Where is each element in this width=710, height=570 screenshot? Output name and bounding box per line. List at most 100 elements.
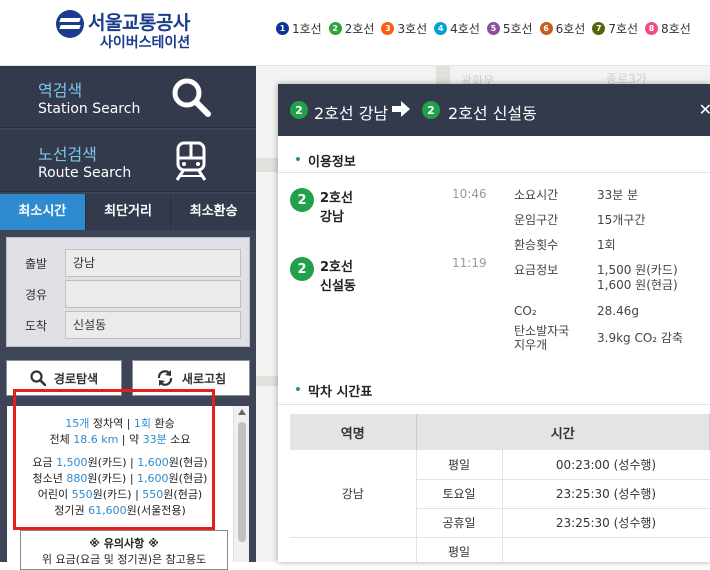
- popup-header: 2 2호선 강남 2 2호선 신설동 ✕: [278, 84, 710, 136]
- divider: [278, 172, 710, 173]
- route-search-label-ko: 노선검색: [38, 145, 97, 164]
- table-station-cell: 강남: [290, 450, 416, 538]
- line-link-8[interactable]: 8 8호선: [645, 20, 691, 37]
- site-logo[interactable]: 서울교통공사 사이버스테이션: [56, 8, 236, 58]
- line-badge: 1: [276, 22, 289, 35]
- line-link-2[interactable]: 2 2호선: [328, 20, 375, 37]
- line-badge: 2: [290, 101, 308, 119]
- line-badge: 7: [592, 22, 606, 35]
- table-row: 평일: [290, 537, 710, 562]
- tab-min-time[interactable]: 최소시간: [0, 194, 86, 230]
- line-badge: 2: [328, 22, 342, 35]
- line-link-6[interactable]: 6 6호선: [539, 20, 586, 37]
- info-co2-value: 28.46g: [597, 304, 639, 318]
- close-icon[interactable]: ✕: [699, 100, 710, 119]
- search-icon: [30, 370, 46, 386]
- via-label: 경유: [25, 288, 48, 302]
- via-input[interactable]: [65, 280, 241, 308]
- line-label: 8호선: [661, 22, 691, 36]
- arrival-label: 도착: [25, 319, 48, 333]
- fare-pass: 정기권 61,600원(서울전용): [54, 504, 186, 517]
- info-transfer-label: 환승횟수: [514, 238, 559, 252]
- route-stop: 2 2호선 강남 10:46: [290, 186, 500, 230]
- scroll-up-icon[interactable]: [238, 409, 246, 415]
- line-link-3[interactable]: 3 3호선: [381, 20, 427, 37]
- line-label: 4호선: [450, 22, 480, 36]
- line-badge: 4: [434, 22, 448, 35]
- stop-name: 강남: [320, 210, 344, 225]
- route-stop: 2 2호선 신설동 11:19: [290, 255, 500, 299]
- route-search-submit-label: 경로탐색: [53, 371, 99, 386]
- line-badge: 2: [422, 101, 440, 119]
- route-search-button[interactable]: 노선검색 Route Search: [0, 130, 256, 192]
- line-link-7[interactable]: 7 7호선: [592, 20, 638, 37]
- line-badge: 2: [290, 188, 314, 212]
- table-row: 강남 평일 00:23:00 (성수행): [290, 450, 710, 538]
- line-label: 3호선: [397, 22, 428, 36]
- result-summary-2: 전체 18.6 km | 약 33분 소요: [49, 433, 191, 446]
- station-search-button[interactable]: 역검색 Station Search: [0, 66, 256, 128]
- notice-title: ※ 유의사항 ※: [89, 537, 159, 550]
- station-search-label-en: Station Search: [38, 101, 141, 117]
- info-carbon-label-2: 지우개: [514, 338, 548, 352]
- info-transfer-value: 1회: [597, 238, 616, 252]
- result-scrollbar[interactable]: [233, 406, 249, 562]
- last-train-table: 역명 시간 강남 평일 00:23:00 (성수행) 토요일 23:25:30 …: [290, 414, 710, 562]
- stop-line: 2호선: [320, 260, 353, 275]
- departure-label: 출발: [25, 257, 48, 271]
- sidebar: 역검색 Station Search 노선검색 Route Search 최소시…: [0, 66, 256, 562]
- info-time-value: 33분 분: [597, 188, 639, 202]
- line-label: 7호선: [608, 22, 639, 36]
- info-fare-cash: 1,600 원(현금): [597, 278, 678, 292]
- info-section-label: 운임구간: [514, 213, 559, 227]
- info-carbon-value: 3.9kg CO₂ 감축: [597, 331, 683, 345]
- fare-adult: 요금 1,500원(카드) | 1,600원(현금): [32, 456, 208, 469]
- line-link-5[interactable]: 5 5호선: [486, 20, 533, 37]
- route-tabs: 최소시간 최단거리 최소환승: [0, 194, 256, 230]
- notice-text: 위 요금(요금 및 정기권)은 참고용도: [41, 553, 207, 566]
- stop-time: 11:19: [452, 256, 487, 270]
- line-label: 6호선: [555, 22, 586, 36]
- line-badge: 2: [290, 257, 314, 281]
- tab-min-transfer[interactable]: 최소환승: [171, 194, 256, 230]
- station-search-label-ko: 역검색: [38, 81, 83, 100]
- info-carbon-label-1: 탄소발자국: [514, 324, 570, 338]
- departure-input[interactable]: 강남: [65, 249, 241, 277]
- info-time-label: 소요시간: [514, 188, 559, 202]
- stop-name: 신설동: [320, 279, 356, 294]
- refresh-button[interactable]: 새로고침: [132, 360, 250, 396]
- table-header-time: 시간: [416, 414, 710, 450]
- table-day-type: 평일: [415, 450, 503, 480]
- refresh-icon: [157, 370, 173, 386]
- table-time: [502, 537, 710, 562]
- arrow-right-icon: [392, 101, 410, 117]
- table-day-type: 평일: [415, 537, 503, 562]
- line-badge: 6: [539, 22, 553, 35]
- refresh-label: 새로고침: [181, 371, 227, 386]
- section-last-train: 막차 시간표: [295, 381, 372, 400]
- line-link-4[interactable]: 4 4호선: [434, 20, 480, 37]
- search-icon: [172, 78, 211, 117]
- result-summary-1: 15개 정차역 | 1회 환승: [65, 417, 175, 430]
- line-badge: 8: [645, 22, 659, 35]
- line-link-1[interactable]: 1 1호선: [276, 20, 322, 37]
- fare-youth: 청소년 880원(카드) | 1,600원(현금): [32, 472, 208, 485]
- stop-time: 10:46: [452, 187, 487, 201]
- line-selector: 1 1호선 2 2호선 3 3호선 4 4호선 5 5호선 6 6호선 7 7호선 8 8호선: [276, 20, 698, 37]
- route-search-submit-button[interactable]: 경로탐색: [6, 360, 122, 396]
- info-section-value: 15개구간: [597, 213, 646, 227]
- table-day-type: 토요일: [415, 479, 503, 509]
- popup-from: 2호선 강남: [314, 104, 389, 123]
- fare-child: 어린이 550원(카드) | 550원(현금): [37, 488, 203, 501]
- route-search-label-en: Route Search: [38, 165, 132, 181]
- arrival-input[interactable]: 신설동: [65, 311, 241, 339]
- scroll-thumb[interactable]: [238, 422, 246, 542]
- line-label: 2호선: [344, 22, 375, 36]
- section-usage-info: 이용정보: [296, 151, 356, 170]
- info-fare-label: 요금정보: [514, 263, 559, 277]
- train-icon: [175, 141, 207, 181]
- table-header-station: 역명: [290, 414, 417, 450]
- tab-min-distance[interactable]: 최단거리: [86, 194, 172, 230]
- logo-title: 서울교통공사: [88, 12, 190, 34]
- table-time: 23:25:30 (성수행): [502, 479, 710, 509]
